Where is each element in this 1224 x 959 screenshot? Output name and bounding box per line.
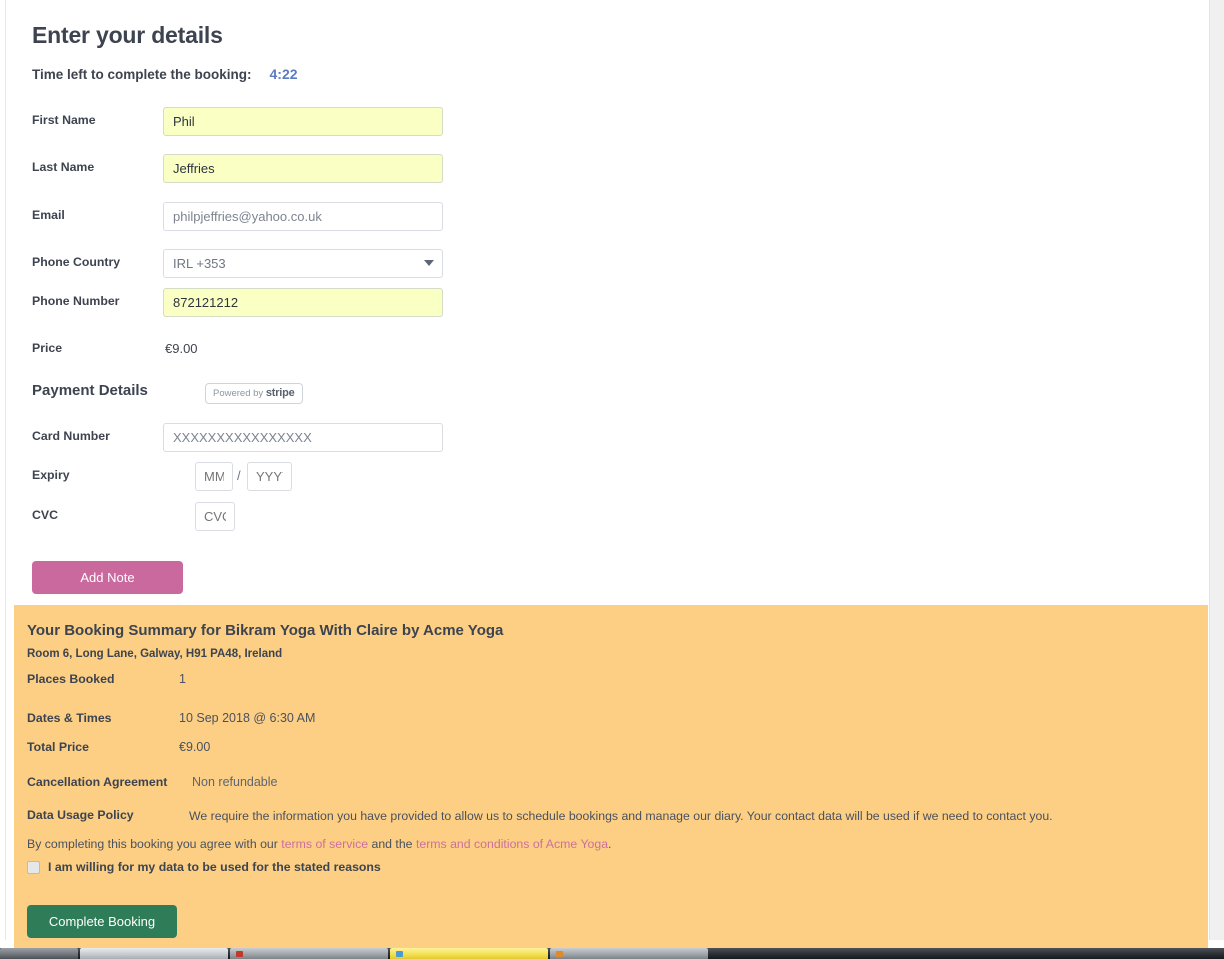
left-gutter [0,0,6,940]
taskbar-window-2-icon [236,951,243,957]
total-price-value: €9.00 [179,740,211,754]
expiry-separator: / [237,468,241,483]
page-scrollbar[interactable] [1209,0,1224,940]
price-value: €9.00 [165,341,198,356]
data-consent-label: I am willing for my data to be used for … [48,860,381,874]
expiry-label: Expiry [32,468,70,482]
taskbar-window-3-icon [396,951,403,957]
taskbar-window-3-active[interactable] [390,948,548,959]
data-usage-policy-text: We require the information you have prov… [189,809,1053,823]
price-label: Price [32,341,63,355]
taskbar-window-4[interactable] [550,948,708,959]
cvc-label: CVC [32,508,58,522]
field-row-first-name: First Name [32,107,462,137]
phone-number-label: Phone Number [32,294,120,308]
terms-agreement-middle: and the [368,837,416,851]
places-booked-value: 1 [179,672,186,686]
first-name-input[interactable] [163,107,443,136]
cvc-input[interactable] [195,502,235,531]
field-row-email: Email [32,202,462,232]
expiry-year-input[interactable] [247,462,292,491]
add-note-button[interactable]: Add Note [32,561,183,594]
field-row-phone-country: Phone Country IRL +353 [32,249,462,279]
taskbar-window-2[interactable] [230,948,388,959]
taskbar-window-1[interactable] [80,948,228,959]
stripe-badge: Powered by stripe [205,383,303,404]
stripe-badge-brand: stripe [265,387,295,399]
booking-summary-title: Your Booking Summary for Bikram Yoga Wit… [27,622,504,639]
cancellation-agreement-value: Non refundable [192,775,278,789]
total-price-label: Total Price [27,740,89,754]
os-taskbar [0,948,1224,959]
dates-times-value: 10 Sep 2018 @ 6:30 AM [179,711,316,725]
card-number-input[interactable] [163,423,443,452]
cancellation-agreement-label: Cancellation Agreement [27,775,168,789]
terms-agreement-prefix: By completing this booking you agree wit… [27,837,282,851]
phone-country-select[interactable]: IRL +353 [163,249,443,278]
data-usage-policy-label: Data Usage Policy [27,808,134,822]
booking-timer-value: 4:22 [269,66,298,82]
dates-times-label: Dates & Times [27,711,112,725]
field-row-expiry: Expiry / [32,462,462,492]
taskbar-window-4-icon [556,951,563,957]
stripe-badge-prefix: Powered by [213,388,264,399]
terms-and-conditions-link[interactable]: terms and conditions of Acme Yoga [416,837,608,851]
page-title: Enter your details [32,22,223,48]
taskbar-start-button[interactable] [0,948,78,959]
terms-agreement-line: By completing this booking you agree wit… [27,837,611,851]
data-consent-row: I am willing for my data to be used for … [27,860,381,874]
phone-country-label: Phone Country [32,255,121,269]
phone-country-selected-value: IRL +353 [163,249,443,278]
payment-details-heading: Payment Details [32,382,148,399]
last-name-input[interactable] [163,154,443,183]
terms-agreement-suffix: . [608,837,612,851]
booking-timer-label: Time left to complete the booking: [32,67,252,82]
data-consent-checkbox[interactable] [27,860,40,874]
places-booked-label: Places Booked [27,672,115,686]
field-row-cvc: CVC [32,502,462,532]
field-row-phone-number: Phone Number [32,288,462,318]
booking-timer: Time left to complete the booking: 4:22 [32,66,298,82]
chevron-down-icon [424,260,434,266]
booking-summary-panel: Your Booking Summary for Bikram Yoga Wit… [14,605,1208,948]
complete-booking-button[interactable]: Complete Booking [27,905,177,938]
expiry-month-input[interactable] [195,462,233,491]
email-input[interactable] [163,202,443,231]
card-number-label: Card Number [32,429,110,443]
field-row-last-name: Last Name [32,154,462,184]
field-row-price: Price €9.00 [32,335,462,365]
browser-page: Enter your details Time left to complete… [0,0,1224,959]
email-label: Email [32,208,65,222]
terms-of-service-link[interactable]: terms of service [281,837,368,851]
last-name-label: Last Name [32,160,95,174]
first-name-label: First Name [32,113,96,127]
booking-summary-address: Room 6, Long Lane, Galway, H91 PA48, Ire… [27,648,283,660]
field-row-card-number: Card Number [32,423,462,453]
phone-number-input[interactable] [163,288,443,317]
